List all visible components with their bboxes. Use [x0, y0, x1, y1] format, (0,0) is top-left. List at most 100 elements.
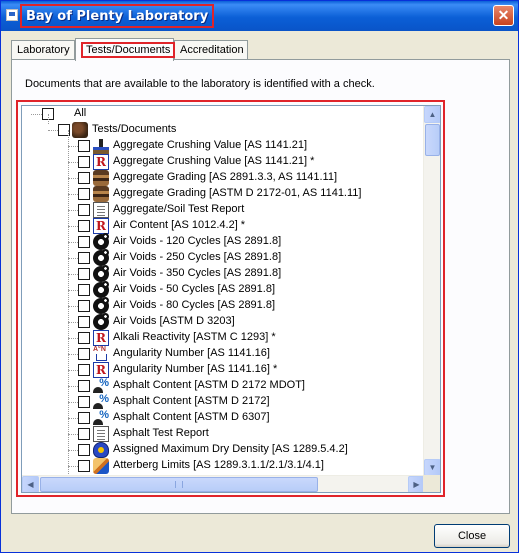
- tree-item-label: Air Voids - 80 Cycles [AS 2891.8]: [113, 299, 276, 311]
- scroll-up-icon[interactable]: ▲: [424, 106, 440, 123]
- horizontal-scroll-thumb[interactable]: [40, 477, 318, 492]
- tree-item-label: Aggregate Grading [ASTM D 2172-01, AS 11…: [113, 187, 362, 199]
- close-icon[interactable]: ✕: [493, 5, 514, 26]
- tree-item[interactable]: Aggregate Grading [AS 2891.3.3, AS 1141.…: [22, 170, 425, 186]
- vertical-scrollbar[interactable]: ▲ ▼: [423, 106, 440, 476]
- document-icon: [93, 426, 109, 442]
- tree-item[interactable]: Air Voids [ASTM D 3203]: [22, 313, 425, 330]
- tree-item[interactable]: Aggregate/Soil Test Report: [22, 202, 425, 218]
- checkbox[interactable]: [78, 428, 90, 440]
- checkbox[interactable]: [78, 236, 90, 248]
- checkbox[interactable]: [78, 220, 90, 232]
- tree-item[interactable]: Air Voids - 50 Cycles [AS 2891.8]: [22, 281, 425, 298]
- tree-item[interactable]: Atterberg Limits [AS 1289.3.1.1/2.1/3.1/…: [22, 458, 425, 474]
- layers-icon: [93, 186, 109, 202]
- vertical-scroll-thumb[interactable]: [425, 124, 440, 156]
- gear-icon: [93, 249, 109, 266]
- tree-item-label: Air Content [AS 1012.4.2] *: [113, 219, 246, 231]
- tree-node-all[interactable]: All: [22, 106, 425, 122]
- gear-icon: [93, 297, 109, 314]
- window-title: Bay of Plenty Laboratory: [20, 4, 215, 28]
- angularity-icon: A°N: [93, 346, 109, 362]
- tree-item[interactable]: Air Voids - 250 Cycles [AS 2891.8]: [22, 249, 425, 266]
- percent-icon: %: [93, 394, 109, 410]
- tree-node-label: Tests/Documents: [92, 123, 177, 135]
- tree-rows: All Tests/Documents Aggregate Crushing V…: [22, 106, 425, 476]
- tree-item[interactable]: Air Voids - 80 Cycles [AS 2891.8]: [22, 297, 425, 314]
- horizontal-scrollbar[interactable]: ◀ ▶: [22, 475, 425, 492]
- tree-item[interactable]: R Angularity Number [AS 1141.16] *: [22, 362, 425, 378]
- title-bar[interactable]: Bay of Plenty Laboratory ✕: [1, 1, 518, 31]
- report-r-icon: R: [93, 362, 109, 378]
- checkbox[interactable]: [78, 140, 90, 152]
- tree-item[interactable]: % Asphalt Content [ASTM D 6307]: [22, 410, 425, 426]
- checkbox[interactable]: [78, 380, 90, 392]
- report-r-icon: R: [93, 154, 109, 170]
- checkbox[interactable]: [78, 284, 90, 296]
- checkbox[interactable]: [78, 204, 90, 216]
- tree-item-label: Air Voids - 120 Cycles [AS 2891.8]: [113, 235, 282, 247]
- checkbox[interactable]: [78, 300, 90, 312]
- tree-item[interactable]: R Air Content [AS 1012.4.2] *: [22, 218, 425, 234]
- tree-item[interactable]: A°N Angularity Number [AS 1141.16]: [22, 346, 425, 362]
- checkbox[interactable]: [78, 172, 90, 184]
- tree-item[interactable]: R Aggregate Crushing Value [AS 1141.21] *: [22, 154, 425, 170]
- checkbox[interactable]: [78, 332, 90, 344]
- checkbox[interactable]: [78, 348, 90, 360]
- app-icon: [6, 9, 18, 21]
- scroll-left-icon[interactable]: ◀: [22, 476, 39, 492]
- tree-item[interactable]: % Asphalt Content [ASTM D 2172 MDOT]: [22, 378, 425, 394]
- crushing-icon: [93, 138, 109, 154]
- tree-item-label: Angularity Number [AS 1141.16] *: [113, 363, 278, 375]
- tree-item[interactable]: Asphalt Test Report: [22, 426, 425, 442]
- tab-laboratory[interactable]: Laboratory: [11, 40, 75, 60]
- tree-item[interactable]: Air Voids - 350 Cycles [AS 2891.8]: [22, 265, 425, 282]
- instruction-text: Documents that are available to the labo…: [25, 78, 375, 90]
- checkbox[interactable]: [78, 316, 90, 328]
- checkbox[interactable]: [78, 396, 90, 408]
- checkbox[interactable]: [78, 460, 90, 472]
- density-icon: [93, 442, 109, 458]
- tree-item-label: Air Voids - 50 Cycles [AS 2891.8]: [113, 283, 276, 295]
- checkbox[interactable]: [78, 156, 90, 168]
- tree-item[interactable]: Aggregate Crushing Value [AS 1141.21]: [22, 138, 425, 154]
- tree-item-label: Asphalt Content [ASTM D 2172]: [113, 395, 270, 407]
- checkbox[interactable]: [78, 412, 90, 424]
- tree-node-label: All: [74, 107, 87, 119]
- tab-tests-documents[interactable]: Tests/Documents: [75, 38, 176, 61]
- document-icon: [93, 202, 109, 218]
- tab-accreditation[interactable]: Accreditation: [174, 40, 248, 60]
- checkbox[interactable]: [78, 268, 90, 280]
- tree-item-label: Aggregate Crushing Value [AS 1141.21]: [113, 139, 308, 151]
- close-button[interactable]: Close: [434, 524, 510, 548]
- tree-item-label: Air Voids - 250 Cycles [AS 2891.8]: [113, 251, 282, 263]
- tree-item[interactable]: Air Voids - 120 Cycles [AS 2891.8]: [22, 233, 425, 250]
- tree-item[interactable]: Assigned Maximum Dry Density [AS 1289.5.…: [22, 442, 425, 458]
- tree-item-label: Aggregate Crushing Value [AS 1141.21] *: [113, 155, 315, 167]
- checkbox[interactable]: [78, 252, 90, 264]
- folder-icon: [72, 122, 88, 138]
- tree-item[interactable]: Aggregate Grading [ASTM D 2172-01, AS 11…: [22, 186, 425, 202]
- tree-item-label: Angularity Number [AS 1141.16]: [113, 347, 270, 359]
- tree-item[interactable]: % Asphalt Content [ASTM D 2172]: [22, 394, 425, 410]
- gear-icon: [93, 313, 109, 330]
- tree-item-label: Asphalt Test Report: [113, 427, 209, 439]
- tree-item-label: Aggregate Grading [AS 2891.3.3, AS 1141.…: [113, 171, 338, 183]
- tree-node-tests-documents[interactable]: Tests/Documents: [22, 122, 425, 138]
- tab-panel: Documents that are available to the labo…: [11, 59, 510, 514]
- tree-item-label: Aggregate/Soil Test Report: [113, 203, 245, 215]
- hand-icon: [93, 458, 109, 474]
- percent-icon: %: [93, 378, 109, 394]
- percent-icon: %: [93, 410, 109, 426]
- checkbox[interactable]: [78, 444, 90, 456]
- tree-item-label: Assigned Maximum Dry Density [AS 1289.5.…: [113, 443, 348, 455]
- tree-item[interactable]: R Alkali Reactivity [ASTM C 1293] *: [22, 330, 425, 346]
- dialog-window: Bay of Plenty Laboratory ✕ Laboratory Te…: [0, 0, 519, 553]
- report-r-icon: R: [93, 218, 109, 234]
- tree-item-label: Air Voids [ASTM D 3203]: [113, 315, 235, 327]
- document-tree[interactable]: All Tests/Documents Aggregate Crushing V…: [21, 105, 441, 493]
- checkbox[interactable]: [78, 364, 90, 376]
- scroll-corner: [423, 475, 440, 492]
- checkbox[interactable]: [78, 188, 90, 200]
- scroll-down-icon[interactable]: ▼: [424, 459, 440, 476]
